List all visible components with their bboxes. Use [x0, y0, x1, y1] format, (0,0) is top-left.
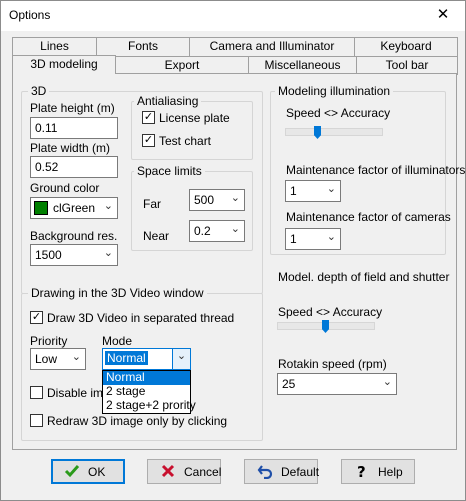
chevron-down-icon: ⌄: [71, 351, 81, 363]
near-value: 0.2: [194, 224, 211, 238]
mode-option-2-stage-2-priority[interactable]: 2 stage+2 prority: [103, 399, 196, 413]
help-label: Help: [378, 465, 403, 479]
chevron-down-icon: ⌄: [230, 192, 240, 204]
license-plate-checkbox[interactable]: ✓: [142, 111, 155, 124]
illuminators-factor-select[interactable]: 1 ⌄: [285, 180, 341, 202]
plate-height-input[interactable]: 0.11: [30, 117, 118, 139]
group-3d-label: 3D: [28, 84, 50, 98]
mode-select[interactable]: Normal ⌄: [102, 348, 191, 370]
title-bar: Options ✕: [1, 1, 465, 31]
dof-speed-label: Speed <> Accuracy: [278, 305, 383, 319]
license-plate-label: License plate: [159, 111, 230, 125]
rotakin-speed-select[interactable]: 25 ⌄: [277, 373, 397, 395]
chevron-down-icon: ⌄: [103, 200, 113, 212]
dof-speed-slider[interactable]: [322, 320, 329, 333]
plate-width-input[interactable]: 0.52: [30, 156, 118, 178]
priority-select[interactable]: Low ⌄: [30, 348, 86, 370]
group-antialiasing: Antialiasing: [131, 94, 253, 160]
tab-keyboard[interactable]: Keyboard: [354, 37, 458, 56]
default-label: Default: [281, 465, 320, 479]
plate-height-label: Plate height (m): [30, 101, 115, 115]
chevron-down-icon: ⌄: [326, 183, 336, 195]
test-chart-label: Test chart: [159, 134, 212, 148]
help-button[interactable]: ? Help: [341, 459, 415, 484]
plate-width-label: Plate width (m): [30, 141, 111, 155]
redraw-label: Redraw 3D image only by clicking: [47, 414, 228, 428]
cameras-factor-value: 1: [290, 232, 297, 246]
mode-value: Normal: [105, 351, 148, 365]
chevron-down-icon: ⌄: [326, 231, 336, 243]
depth-of-field-label: Model. depth of field and shutter: [278, 270, 450, 284]
near-select[interactable]: 0.2 ⌄: [189, 220, 245, 242]
ok-button[interactable]: OK: [51, 459, 125, 484]
chevron-down-icon: ⌄: [382, 376, 392, 388]
test-chart-checkbox[interactable]: ✓: [142, 134, 155, 147]
separated-thread-label: Draw 3D Video in separated thread: [47, 311, 235, 325]
window-title: Options: [9, 8, 51, 22]
antialiasing-label: Antialiasing: [134, 94, 202, 108]
separated-thread-checkbox[interactable]: ✓: [30, 311, 43, 324]
chevron-down-icon[interactable]: ⌄: [172, 349, 190, 369]
rotakin-speed-label: Rotakin speed (rpm): [278, 357, 387, 371]
redraw-checkbox[interactable]: [30, 414, 43, 427]
cameras-factor-select[interactable]: 1 ⌄: [285, 228, 341, 250]
cancel-button[interactable]: Cancel: [147, 459, 221, 484]
priority-label: Priority: [30, 334, 68, 348]
space-limits-label: Space limits: [134, 164, 205, 178]
modeling-illumination-label: Modeling illumination: [275, 84, 394, 98]
illuminators-factor-label: Maintenance factor of illuminators: [286, 163, 466, 177]
illumination-speed-label: Speed <> Accuracy: [286, 106, 391, 120]
drawing-label: Drawing in the 3D Video window: [28, 286, 207, 300]
question-mark-icon: ?: [357, 463, 366, 479]
background-res-value: 1500: [35, 248, 62, 262]
mode-label: Mode: [102, 334, 133, 348]
mode-dropdown-list: Normal 2 stage 2 stage+2 prority: [102, 370, 196, 414]
undo-arrow-icon: [257, 465, 273, 479]
illuminators-factor-value: 1: [290, 184, 297, 198]
checkmark-icon: [64, 465, 80, 478]
cancel-x-icon: [161, 464, 175, 478]
close-icon[interactable]: ✕: [421, 1, 465, 31]
options-dialog: Options ✕ Lines Fonts Camera and Illumin…: [0, 0, 466, 501]
chevron-down-icon: ⌄: [103, 247, 113, 259]
background-res-label: Background res.: [30, 229, 118, 243]
rotakin-speed-value: 25: [282, 377, 296, 391]
tab-camera-and-illuminator[interactable]: Camera and Illuminator: [189, 37, 355, 56]
disable-checkbox[interactable]: [30, 386, 43, 399]
ok-label: OK: [88, 465, 106, 479]
far-value: 500: [194, 193, 215, 207]
ground-color-value: clGreen: [53, 201, 96, 215]
far-label: Far: [143, 197, 161, 211]
chevron-down-icon: ⌄: [230, 223, 240, 235]
mode-option-2-stage[interactable]: 2 stage: [103, 385, 190, 399]
default-button[interactable]: Default: [244, 459, 320, 484]
background-res-select[interactable]: 1500 ⌄: [30, 244, 118, 266]
tab-fonts[interactable]: Fonts: [96, 37, 190, 56]
tab-lines[interactable]: Lines: [12, 37, 97, 56]
cameras-factor-label: Maintenance factor of cameras: [286, 210, 451, 224]
ground-color-select[interactable]: clGreen ⌄: [30, 197, 118, 219]
near-label: Near: [143, 229, 170, 243]
ground-color-swatch: [34, 201, 48, 215]
tab-3d-modeling[interactable]: 3D modeling: [12, 55, 116, 74]
illumination-speed-track: [285, 128, 383, 136]
svg-text:?: ?: [357, 463, 366, 479]
priority-value: Low: [35, 352, 58, 366]
cancel-label: Cancel: [184, 465, 222, 479]
far-select[interactable]: 500 ⌄: [189, 189, 245, 211]
mode-option-normal[interactable]: Normal: [103, 371, 190, 385]
tab-panel-3d-modeling: 3D Plate height (m) 0.11 Plate width (m)…: [12, 73, 465, 450]
ground-color-label: Ground color: [30, 181, 100, 195]
